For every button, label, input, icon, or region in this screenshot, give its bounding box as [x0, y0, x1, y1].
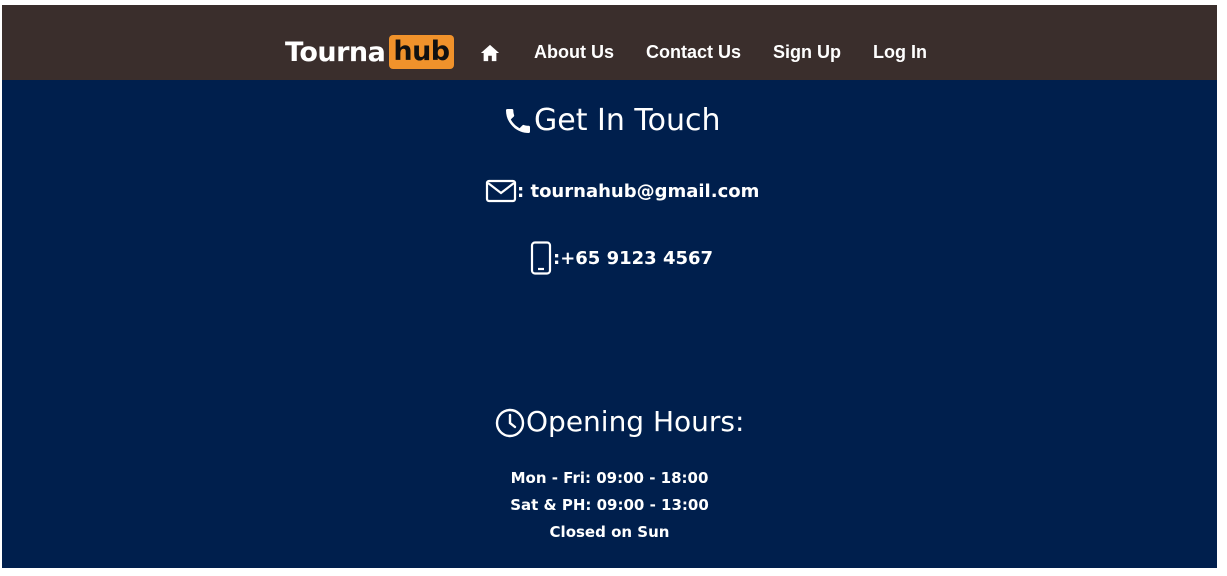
hours-list: Mon - Fri: 09:00 - 18:00 Sat & PH: 09:00… [2, 465, 1217, 546]
email-text[interactable]: : tournahub@gmail.com [517, 181, 759, 202]
nav-contact-us[interactable]: Contact Us [646, 42, 741, 63]
hours-heading: Opening Hours: [494, 405, 744, 438]
nav-log-in[interactable]: Log In [873, 42, 927, 63]
home-icon[interactable] [479, 43, 501, 63]
hours-line: Closed on Sun [549, 523, 670, 541]
hours-line: Sat & PH: 09:00 - 13:00 [510, 496, 709, 514]
page: Tourna hub About Us Contact Us Sign Up L… [2, 5, 1217, 568]
nav-sign-up[interactable]: Sign Up [773, 42, 841, 63]
phone-text[interactable]: :+65 9123 4567 [553, 248, 713, 269]
logo[interactable]: Tourna hub [285, 34, 454, 70]
mobile-icon [530, 241, 552, 275]
hours-heading-text: Opening Hours: [526, 405, 745, 438]
phone-row: :+65 9123 4567 [529, 241, 713, 275]
email-row: : tournahub@gmail.com [485, 178, 759, 204]
hours-line: Mon - Fri: 09:00 - 18:00 [510, 469, 709, 487]
contact-heading-text: Get In Touch [534, 103, 721, 138]
clock-icon [495, 408, 525, 437]
logo-text-left: Tourna [285, 36, 386, 68]
mail-icon [485, 179, 517, 203]
phone-icon [506, 108, 530, 133]
navbar: Tourna hub About Us Contact Us Sign Up L… [2, 5, 1217, 80]
logo-text-right: hub [389, 35, 454, 69]
nav-about-us[interactable]: About Us [534, 42, 614, 63]
contact-heading: Get In Touch [502, 103, 721, 138]
